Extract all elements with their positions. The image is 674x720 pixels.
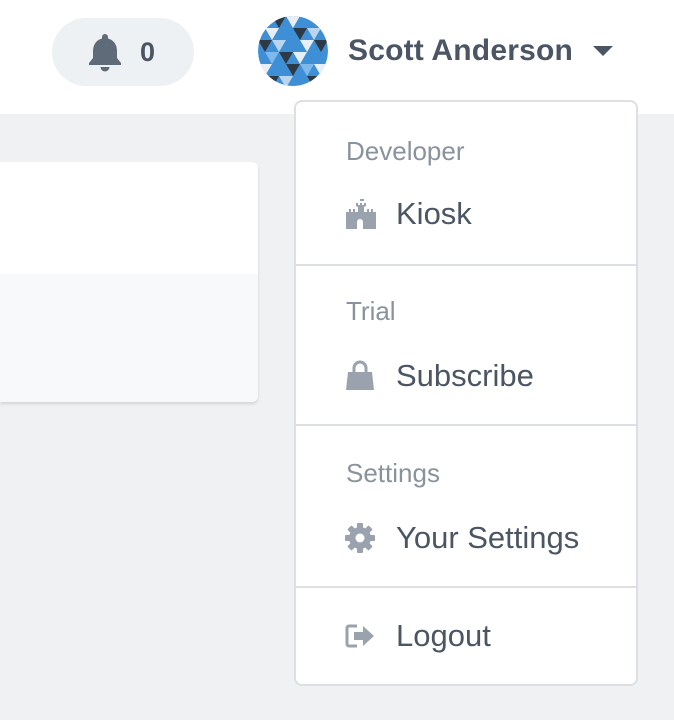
dropdown-section-settings: Settings Your Settings bbox=[296, 426, 636, 588]
menu-item-label: Logout bbox=[396, 618, 491, 653]
section-header: Developer bbox=[346, 136, 465, 166]
dropdown-section-logout: Logout bbox=[296, 588, 636, 686]
menu-item-label: Subscribe bbox=[396, 358, 534, 393]
dropdown-section-trial: Trial Subscribe bbox=[296, 264, 636, 426]
user-dropdown-menu: Developer Kiosk Trial Subscribe Settings bbox=[294, 100, 638, 686]
card-header bbox=[0, 162, 258, 274]
menu-item-label: Your Settings bbox=[396, 520, 580, 555]
menu-item-label: Kiosk bbox=[396, 196, 472, 231]
menu-item-logout[interactable]: Logout bbox=[344, 618, 491, 654]
user-name: Scott Anderson bbox=[348, 34, 574, 67]
top-navbar: 0 Scott Anderson bbox=[0, 0, 674, 114]
chevron-down-icon bbox=[593, 46, 614, 56]
dropdown-section-developer: Developer Kiosk bbox=[296, 102, 636, 266]
user-menu-toggle[interactable]: Scott Anderson bbox=[258, 16, 614, 86]
section-header: Settings bbox=[346, 458, 440, 488]
sign-out-icon bbox=[345, 624, 374, 648]
castle-icon bbox=[346, 199, 376, 229]
notifications-button[interactable]: 0 bbox=[52, 18, 194, 86]
content-card bbox=[0, 162, 258, 402]
shopping-bag-icon bbox=[346, 360, 374, 390]
menu-item-kiosk[interactable]: Kiosk bbox=[344, 196, 472, 232]
bell-icon bbox=[89, 34, 121, 72]
menu-item-subscribe[interactable]: Subscribe bbox=[344, 358, 534, 394]
notification-count: 0 bbox=[140, 36, 156, 67]
avatar bbox=[258, 16, 328, 86]
menu-item-your-settings[interactable]: Your Settings bbox=[344, 520, 579, 556]
section-header: Trial bbox=[346, 296, 396, 326]
gear-icon bbox=[345, 523, 375, 553]
